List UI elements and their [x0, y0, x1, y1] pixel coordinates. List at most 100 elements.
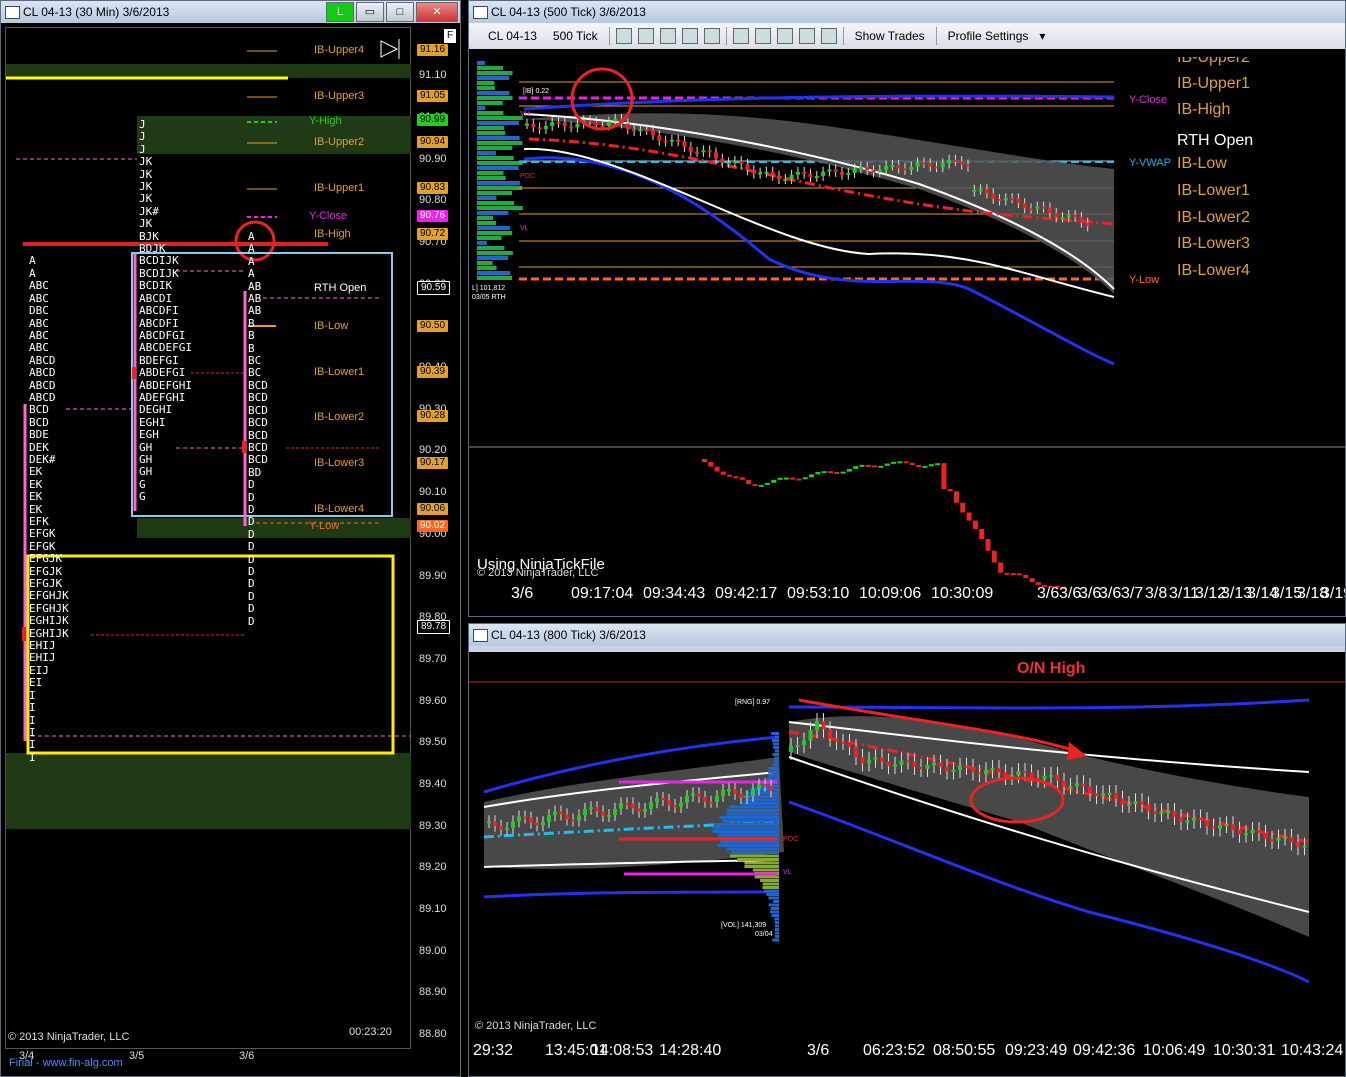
left-date-2: 3/5 — [129, 1050, 144, 1062]
candle-body — [1101, 793, 1105, 796]
candle-body — [1023, 203, 1027, 208]
candle-body — [928, 163, 932, 166]
properties-icon[interactable] — [799, 28, 815, 44]
time-tick: 3/6 — [1099, 585, 1121, 603]
volume-profile-bar — [768, 774, 779, 777]
time-tick: 09:42:17 — [715, 585, 777, 603]
lower-candle — [778, 478, 783, 480]
candle-body — [941, 163, 945, 167]
chevron-down-icon[interactable]: ▾ — [1039, 29, 1045, 43]
lower-candle — [784, 478, 789, 480]
candle-body — [601, 125, 605, 127]
tr-title-bar[interactable]: CL 04-13 (500 Tick) 3/6/2013 — [469, 1, 1345, 23]
volume-profile-bar — [477, 91, 509, 95]
candle-body — [1067, 215, 1071, 217]
candle-body — [984, 770, 988, 774]
volume-profile-bar — [773, 746, 779, 749]
volume-profile-bar — [768, 771, 779, 774]
indicators-icon[interactable] — [733, 28, 749, 44]
bottom-right-chart-window: CL 04-13 (800 Tick) 3/6/2013 O/N High [R… — [468, 623, 1346, 1077]
volume-profile-bar — [773, 764, 779, 767]
candle-body — [487, 821, 491, 823]
tr-yvwap-label: Y-VWAP — [1129, 157, 1171, 169]
candle-body — [958, 766, 962, 770]
zoom-icon[interactable] — [704, 28, 720, 44]
draw-tool-icon[interactable] — [660, 28, 676, 44]
volume-profile-bar — [766, 778, 779, 781]
pencil-icon[interactable] — [638, 28, 654, 44]
candle-body — [667, 800, 671, 805]
candle-body — [631, 803, 635, 808]
tr-toolbar: CL 04-13 500 Tick Show Trades Profile Se… — [469, 23, 1345, 49]
tr-yclose-label: Y-Close — [1129, 94, 1167, 106]
tr-level-label: IB-Upper1 — [1177, 75, 1250, 93]
lower-candle — [797, 479, 802, 481]
candle-body — [739, 161, 743, 164]
instrument-selector[interactable]: CL 04-13 — [483, 26, 542, 46]
price-marker: 90.06 — [417, 503, 448, 515]
time-tick: 09:23:49 — [1005, 1042, 1067, 1060]
candle-body — [721, 790, 725, 796]
candle-body — [1283, 837, 1287, 839]
candle-body — [965, 766, 969, 768]
candle-body — [746, 164, 750, 170]
volume-profile-bar — [775, 736, 779, 739]
level-label: IB-Lower1 — [314, 366, 364, 378]
volume-profile-bar — [477, 251, 513, 255]
price-tick: 88.90 — [419, 986, 447, 998]
candle-body — [916, 163, 920, 167]
poc-mark-3 — [242, 441, 246, 453]
volume-profile-bar — [712, 830, 779, 833]
volume-profile-bar — [720, 841, 779, 844]
price-marker: 90.99 — [417, 114, 448, 126]
lower-candle — [740, 477, 745, 479]
candle-body — [796, 172, 800, 175]
show-trades-button[interactable]: Show Trades — [850, 26, 930, 46]
time-tick: 10:30:09 — [931, 585, 993, 603]
tr-copyright: © 2013 NinjaTrader, LLC — [477, 567, 598, 579]
lower-candle — [853, 466, 858, 469]
green-band-low — [137, 518, 411, 538]
price-tick: 90.20 — [419, 444, 447, 456]
candle-body — [670, 140, 674, 142]
candle-body — [840, 172, 844, 175]
candle-body — [637, 808, 641, 811]
candle-body — [796, 745, 800, 747]
strategies-icon[interactable] — [755, 28, 771, 44]
candle-body — [1035, 207, 1039, 209]
volume-profile-bar — [477, 261, 493, 265]
bar-type-icon[interactable] — [616, 28, 632, 44]
time-tick: 14:08:53 — [591, 1042, 653, 1060]
interval-selector[interactable]: 500 Tick — [548, 26, 603, 46]
candle-body — [763, 784, 767, 786]
volume-profile-bar — [727, 809, 779, 812]
br-title-bar[interactable]: CL 04-13 (800 Tick) 3/6/2013 — [469, 624, 1345, 646]
volume-profile-bar — [477, 76, 509, 80]
crosshair-icon[interactable] — [682, 28, 698, 44]
website-link[interactable]: Final - www.fin-alg.com — [9, 1057, 123, 1069]
time-tick: 3/6 — [1079, 585, 1101, 603]
profile-settings-button[interactable]: Profile Settings — [943, 26, 1034, 46]
volume-profile-bar — [477, 136, 520, 140]
volume-profile-bar — [775, 932, 779, 935]
candle-body — [884, 165, 888, 169]
lower-candle — [1017, 573, 1022, 575]
candle-body — [783, 179, 787, 181]
level-label: IB-Upper3 — [314, 90, 364, 102]
lower-candle — [841, 472, 846, 474]
volume-profile-bar — [775, 925, 779, 928]
candle-body — [1257, 830, 1261, 833]
candle-body — [1069, 786, 1073, 788]
candle-body — [715, 796, 719, 802]
volume-profile-bar — [764, 890, 779, 893]
volume-profile-bar — [477, 116, 523, 120]
br-poc-label: POC — [783, 836, 798, 843]
left-chart-graphics — [1, 1, 461, 1077]
candle-body — [777, 176, 781, 179]
candle-body — [733, 789, 737, 794]
candle-body — [626, 123, 630, 129]
chart-trader-icon[interactable] — [777, 28, 793, 44]
candle-body — [802, 741, 806, 745]
data-box-icon[interactable] — [821, 28, 837, 44]
price-tick: 89.90 — [419, 570, 447, 582]
